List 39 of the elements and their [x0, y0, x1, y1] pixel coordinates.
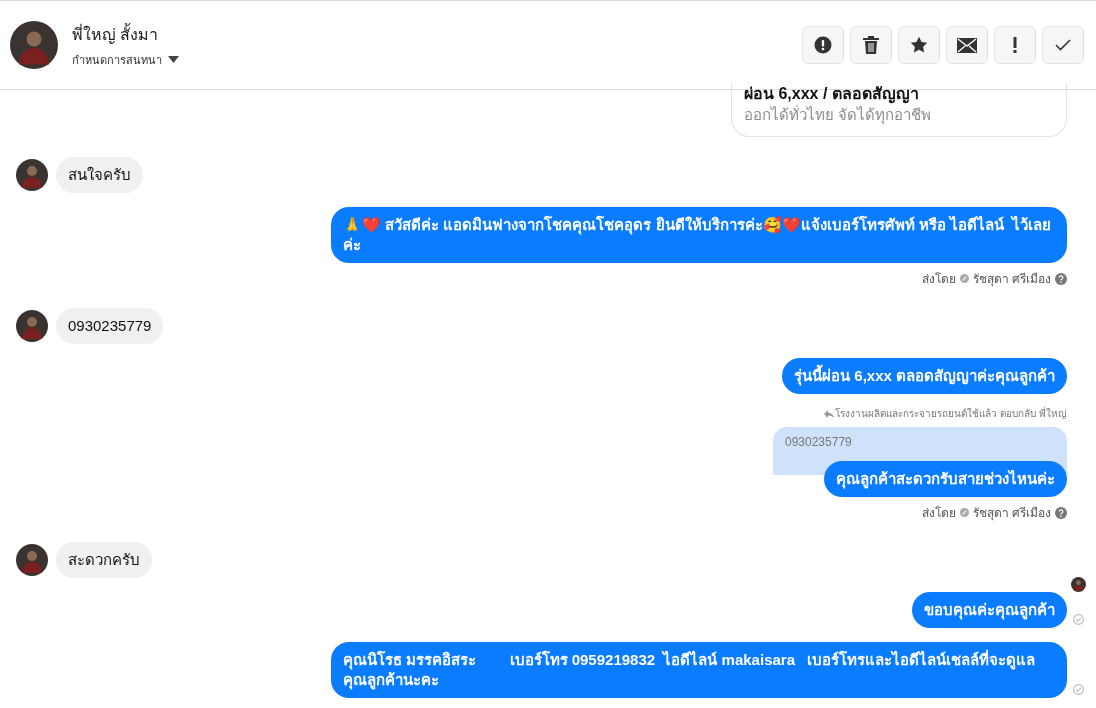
verified-icon — [959, 274, 969, 283]
delete-button[interactable] — [850, 26, 892, 64]
incoming-message: สนใจครับ — [56, 157, 143, 193]
sender-name: รัชสุดา ศรีเมือง — [972, 271, 1051, 288]
important-button[interactable] — [994, 26, 1036, 64]
star-button[interactable] — [898, 26, 940, 64]
card-text: ออกได้ทั่วไทย จัดได้ทุกอาชีพ — [744, 104, 933, 126]
help-icon — [1055, 272, 1067, 285]
alert-icon — [814, 36, 832, 54]
exclamation-icon — [1013, 37, 1017, 53]
envelope-icon — [957, 37, 977, 53]
outgoing-message: รุ่นนี้ผ่อน 6,xxx ตลอดสัญญาค่ะคุณลูกค้า — [782, 358, 1067, 394]
help-icon — [1055, 506, 1067, 519]
sender-name: รัชสุดา ศรีเมือง — [972, 505, 1051, 522]
contact-name: พี่ใหญ่ สั้งมา — [72, 22, 160, 46]
star-icon — [910, 36, 928, 54]
outgoing-message: คุณนิโรธ มรรคอิสระ เบอร์โทร 0959219832 ไอดีไลน์ makaisara เบอร์โทรและไอดีไลน์เชลล์ที่จะดูแลคุณลูกค้านะคะ — [331, 642, 1067, 698]
outgoing-message: ขอบคุณค่ะคุณลูกค้า — [912, 592, 1067, 628]
conversation-settings-dropdown[interactable]: กำหนดการสนทนา — [72, 50, 179, 69]
mail-button[interactable] — [946, 26, 988, 64]
outgoing-message: 🙏❤ สวัสดีค่ะ แอดมินฟางจากโชคคุณโชคอุดร ยินดีให้บริการค่ะ🥰❤แจ้งเบอร์โทรศัพท์ หรือ ไอดีไลน์ ไว้เลยค่ะ — [331, 207, 1067, 263]
avatar — [16, 159, 48, 191]
done-button[interactable] — [1042, 26, 1084, 64]
reply-icon — [824, 409, 835, 418]
alert-button[interactable] — [802, 26, 844, 64]
avatar — [16, 544, 48, 576]
verified-icon — [959, 508, 969, 517]
caret-icon — [168, 56, 179, 63]
sent-by-label: ส่งโดย — [921, 505, 956, 522]
avatar — [16, 310, 48, 342]
trash-icon — [863, 36, 879, 54]
sent-by-label: ส่งโดย — [921, 271, 956, 288]
card-title: ผ่อน 6,xxx / ตลอดสัญญา — [744, 84, 920, 104]
check-icon — [1055, 39, 1071, 51]
outgoing-message: คุณลูกค้าสะดวกรับสายช่วงไหนค่ะ — [824, 461, 1067, 497]
avatar — [10, 21, 58, 69]
incoming-message: สะดวกครับ — [56, 542, 152, 578]
reply-label: โรงงานผลิตและกระจายรถยนต์ใช้แล้ว ตอบกลับ พี่ใหญ่ — [835, 406, 1067, 421]
incoming-message: 0930235779 — [56, 308, 164, 344]
